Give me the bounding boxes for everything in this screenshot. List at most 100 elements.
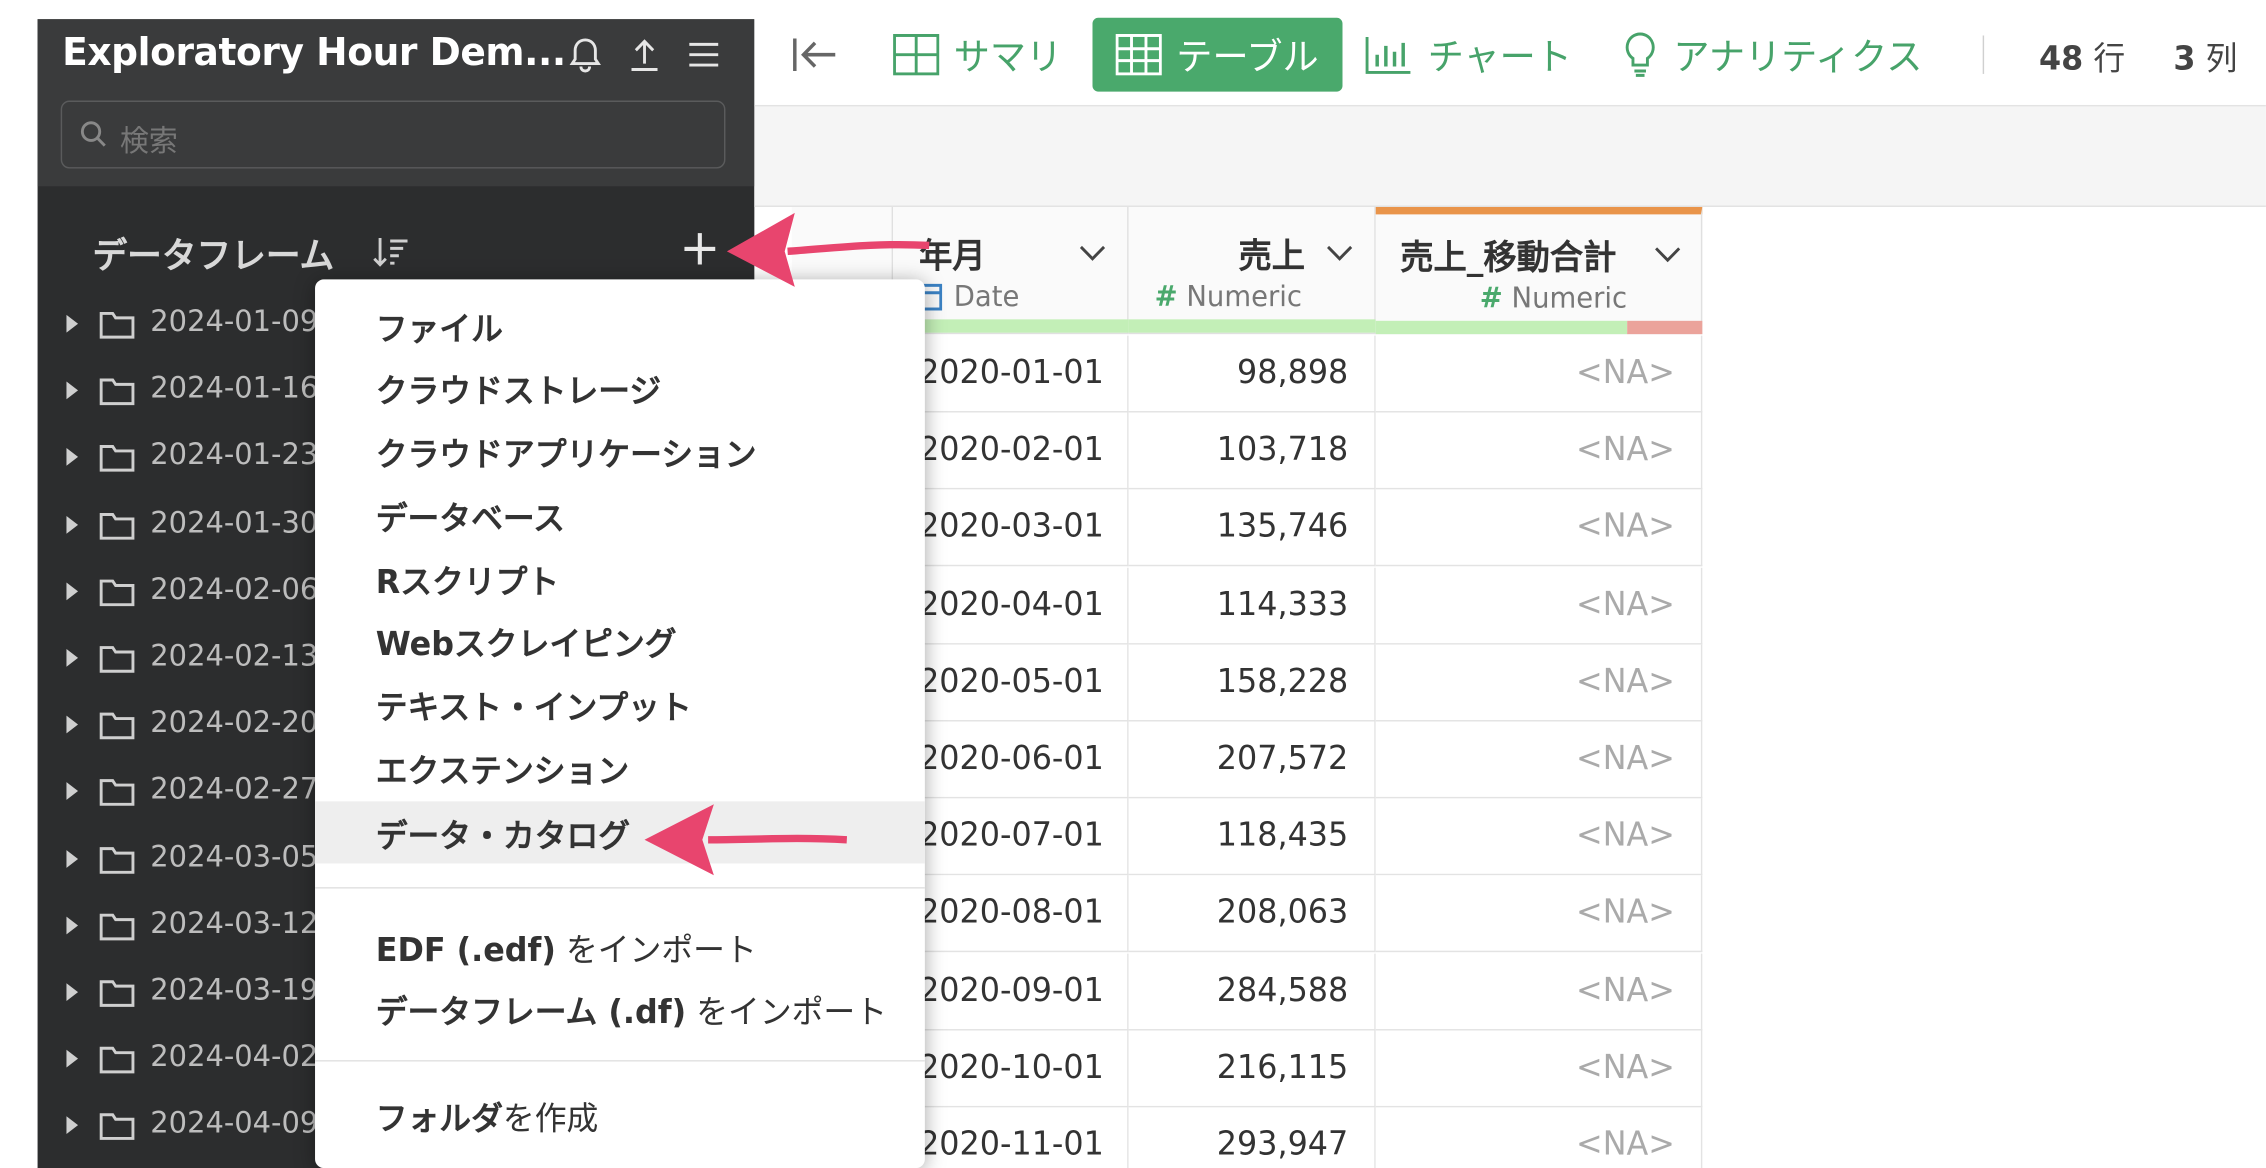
sales-cell[interactable]: 98,898 xyxy=(1128,335,1376,413)
date-cell[interactable]: 2020-07-01 xyxy=(893,798,1129,876)
folder-label: 2024-04-09 xyxy=(150,1105,319,1141)
tab-chart-label: チャート xyxy=(1427,35,1572,79)
folder-label: 2024-03-19 xyxy=(150,971,319,1007)
sales-cell[interactable]: 293,947 xyxy=(1128,1107,1376,1168)
moving-sum-cell[interactable]: <NA> xyxy=(1375,721,1703,799)
sales-cell[interactable]: 216,115 xyxy=(1128,1030,1376,1108)
chevron-down-icon[interactable] xyxy=(1653,244,1682,265)
date-cell[interactable]: 2020-10-01 xyxy=(893,1030,1129,1108)
chevron-down-icon[interactable] xyxy=(1325,242,1354,263)
upload-icon[interactable] xyxy=(624,34,664,75)
tab-analytics-label: アナリティクス xyxy=(1673,35,1923,79)
numeric-hash-icon: # xyxy=(1154,280,1178,314)
menu-item-6[interactable]: テキスト・インプット xyxy=(376,682,692,729)
expand-caret-icon[interactable] xyxy=(66,849,79,868)
expand-caret-icon[interactable] xyxy=(66,1050,79,1068)
date-cell[interactable]: 2020-06-01 xyxy=(893,721,1129,799)
column-header-moving-sum[interactable]: 売上_移動合計 # Numeric xyxy=(1375,206,1703,335)
expand-caret-icon[interactable] xyxy=(66,916,79,935)
collapse-sidebar-icon[interactable] xyxy=(792,35,841,73)
menu-item-7[interactable]: エクステンション xyxy=(376,745,629,792)
expand-caret-icon[interactable] xyxy=(66,448,79,467)
folder-icon xyxy=(99,913,135,941)
sales-cell[interactable]: 207,572 xyxy=(1128,721,1376,799)
folder-icon xyxy=(99,1047,135,1074)
moving-sum-cell[interactable]: <NA> xyxy=(1375,412,1703,490)
folder-icon xyxy=(99,311,135,339)
add-dataframe-button[interactable]: + xyxy=(679,223,720,273)
date-cell[interactable]: 2020-05-01 xyxy=(893,644,1129,722)
tab-summary[interactable]: サマリ xyxy=(893,18,1062,92)
date-cell[interactable]: 2020-04-01 xyxy=(893,567,1129,645)
search-input[interactable]: 検索 xyxy=(60,100,726,169)
date-cell[interactable]: 2020-11-01 xyxy=(893,1107,1129,1168)
sales-cell[interactable]: 284,588 xyxy=(1128,953,1376,1030)
date-cell[interactable]: 2020-03-01 xyxy=(893,489,1129,567)
add-data-menu: ファイルクラウドストレージクラウドアプリケーション データベース Rスクリプト Web… xyxy=(315,279,925,1168)
date-cell[interactable]: 2020-08-01 xyxy=(893,875,1129,953)
moving-sum-cell[interactable]: <NA> xyxy=(1375,489,1703,567)
toolbar-divider xyxy=(1982,35,1985,74)
annotation-arrow-to-plus xyxy=(726,212,930,287)
expand-caret-icon[interactable] xyxy=(66,715,79,734)
folder-icon xyxy=(99,512,135,540)
tab-chart[interactable]: チャート xyxy=(1364,18,1572,92)
moving-sum-cell[interactable]: <NA> xyxy=(1375,953,1703,1030)
moving-sum-cell[interactable]: <NA> xyxy=(1375,1030,1703,1108)
menu-item-0[interactable]: ファイル xyxy=(376,303,503,350)
menu-item-4[interactable]: Rスクリプト xyxy=(376,556,559,603)
moving-sum-cell[interactable]: <NA> xyxy=(1375,335,1703,413)
table-icon xyxy=(1115,34,1162,76)
moving-sum-cell[interactable]: <NA> xyxy=(1375,798,1703,876)
moving-sum-cell[interactable]: <NA> xyxy=(1375,567,1703,645)
project-title[interactable]: Exploratory Hour Dem... xyxy=(62,31,566,75)
tab-table[interactable]: テーブル xyxy=(1092,17,1342,92)
menu-item-1[interactable]: クラウドストレージ xyxy=(376,365,661,412)
menu-item-create-folder[interactable]: フォルダを作成 xyxy=(376,1093,599,1140)
folder-label: 2024-04-02 xyxy=(150,1038,319,1074)
sidebar-header: Exploratory Hour Dem... 検索 xyxy=(37,19,755,187)
folder-icon xyxy=(99,646,135,673)
menu-item-8[interactable]: データ・カタログ xyxy=(376,810,630,857)
menu-item-import-edf[interactable]: EDF (.edf) をインポート xyxy=(376,924,757,971)
expand-caret-icon[interactable] xyxy=(66,983,79,1001)
expand-caret-icon[interactable] xyxy=(66,1116,79,1135)
sales-cell[interactable]: 135,746 xyxy=(1128,489,1376,567)
folder-icon xyxy=(99,712,135,740)
sales-cell[interactable]: 208,063 xyxy=(1128,875,1376,953)
date-cell[interactable]: 2020-01-01 xyxy=(893,335,1129,413)
bell-icon[interactable] xyxy=(565,34,605,75)
expand-caret-icon[interactable] xyxy=(66,381,79,400)
expand-caret-icon[interactable] xyxy=(66,582,79,600)
toolbar: サマリ テーブル チャート アナリティクス 48 行 3 列 xyxy=(754,0,2266,107)
menu-item-3[interactable]: データベース xyxy=(376,492,565,539)
expand-caret-icon[interactable] xyxy=(66,314,79,333)
menu-item-import-df[interactable]: データフレーム (.df) をインポート xyxy=(376,986,887,1033)
moving-sum-cell[interactable]: <NA> xyxy=(1375,875,1703,953)
expand-caret-icon[interactable] xyxy=(66,782,79,801)
folder-icon xyxy=(99,378,135,406)
tab-analytics[interactable]: アナリティクス xyxy=(1621,18,1922,92)
date-cell[interactable]: 2020-09-01 xyxy=(893,953,1129,1030)
missing-values-bar xyxy=(1627,320,1703,335)
hamburger-menu-icon[interactable] xyxy=(684,34,724,75)
bar-chart-icon xyxy=(1365,36,1411,74)
moving-sum-cell[interactable]: <NA> xyxy=(1375,644,1703,722)
tab-summary-label: サマリ xyxy=(953,35,1063,79)
chevron-down-icon[interactable] xyxy=(1078,242,1107,263)
sales-cell[interactable]: 118,435 xyxy=(1128,798,1376,876)
folder-icon xyxy=(99,846,135,874)
menu-item-2[interactable]: クラウドアプリケーション xyxy=(376,429,757,476)
moving-sum-cell[interactable]: <NA> xyxy=(1375,1107,1703,1168)
folder-label: 2024-01-23 xyxy=(150,436,319,473)
sales-cell[interactable]: 158,228 xyxy=(1128,644,1376,722)
sales-cell[interactable]: 103,718 xyxy=(1128,412,1376,490)
sort-icon[interactable] xyxy=(373,234,411,272)
date-cell[interactable]: 2020-02-01 xyxy=(893,412,1129,490)
expand-caret-icon[interactable] xyxy=(66,515,79,534)
menu-item-5[interactable]: Webスクレイピング xyxy=(376,618,677,665)
expand-caret-icon[interactable] xyxy=(66,649,79,667)
column-header-sales[interactable]: 売上 # Numeric xyxy=(1128,206,1376,335)
search-placeholder: 検索 xyxy=(119,122,178,159)
sales-cell[interactable]: 114,333 xyxy=(1128,567,1376,645)
